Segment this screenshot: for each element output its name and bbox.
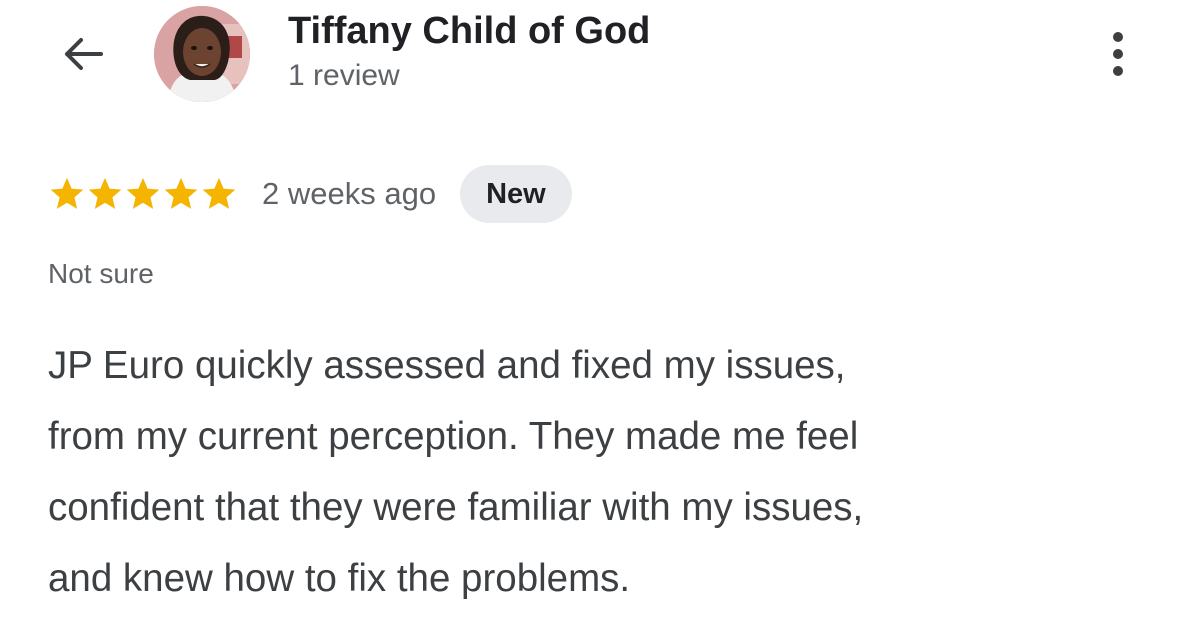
review-text-line: and knew how to fix the problems. [48,557,631,600]
reviewer-name[interactable]: Tiffany Child of God [288,10,650,53]
back-button[interactable] [55,26,111,82]
star-icon [88,177,122,209]
new-badge: New [460,165,572,223]
rating-row: 2 weeks ago New [48,165,572,223]
star-icon [202,177,236,209]
review-page: Tiffany Child of God 1 review 2 weeks ag… [0,0,1200,628]
review-text-line: confident that they were familiar with m… [48,486,864,529]
review-label: Not sure [48,258,154,289]
more-vertical-icon-dot [1113,49,1123,59]
star-rating [48,175,238,213]
profile-photo [154,6,250,102]
star-icon [164,177,198,209]
more-vertical-icon-dot [1113,66,1123,76]
more-options-button[interactable] [1096,24,1140,84]
star-icon [126,177,160,209]
review-date: 2 weeks ago [262,176,437,211]
reviewer-review-count: 1 review [288,59,400,92]
arrow-left-icon [65,38,103,70]
avatar[interactable] [154,6,250,102]
more-vertical-icon-dot [1113,32,1123,42]
review-text-line: from my current perception. They made me… [48,415,859,458]
review-text-line: JP Euro quickly assessed and fixed my is… [48,344,846,387]
star-icon [50,177,84,209]
review-text: JP Euro quickly assessed and fixed my is… [48,330,1158,614]
